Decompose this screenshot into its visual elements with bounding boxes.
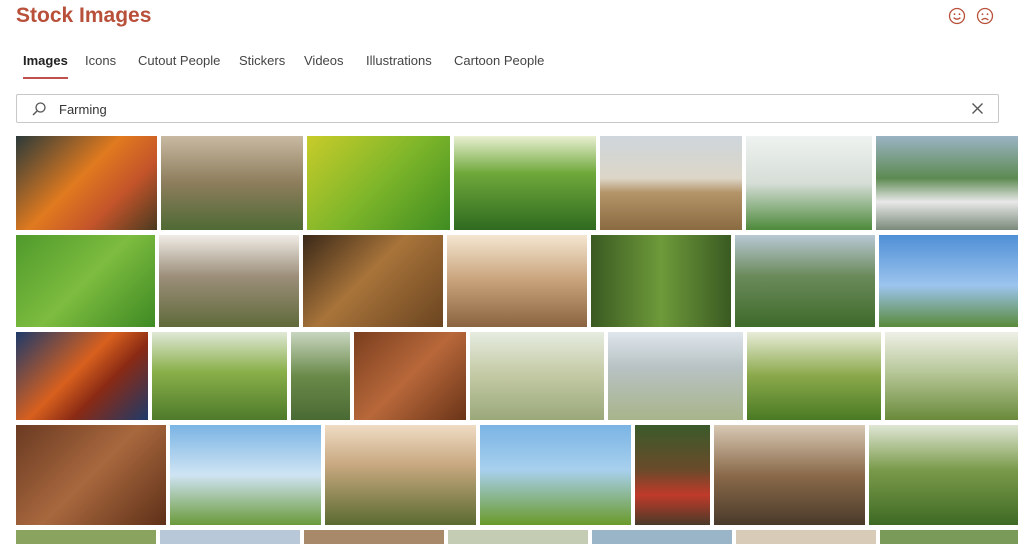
search-box [16, 94, 999, 123]
tab-illustrations[interactable]: Illustrations [366, 53, 432, 79]
tab-stickers[interactable]: Stickers [239, 53, 285, 79]
image-thumbnail[interactable] [303, 235, 443, 327]
search-icon [31, 101, 47, 122]
image-thumbnail[interactable] [325, 425, 476, 525]
image-thumbnail[interactable] [592, 530, 732, 544]
tab-videos[interactable]: Videos [304, 53, 344, 79]
image-thumbnail[interactable] [170, 425, 321, 525]
image-thumbnail[interactable] [746, 136, 872, 230]
image-thumbnail[interactable] [16, 136, 157, 230]
image-thumbnail[interactable] [876, 136, 1018, 230]
image-thumbnail[interactable] [735, 235, 875, 327]
image-thumbnail[interactable] [291, 332, 350, 420]
image-thumbnail[interactable] [747, 332, 881, 420]
tab-cartoon-people[interactable]: Cartoon People [454, 53, 544, 79]
image-thumbnail[interactable] [880, 530, 1018, 544]
image-thumbnail[interactable] [16, 332, 148, 420]
image-thumbnail[interactable] [307, 136, 450, 230]
image-thumbnail[interactable] [304, 530, 444, 544]
image-thumbnail[interactable] [470, 332, 604, 420]
image-thumbnail[interactable] [591, 235, 731, 327]
image-thumbnail[interactable] [714, 425, 865, 525]
image-thumbnail[interactable] [152, 332, 287, 420]
clear-icon[interactable] [971, 102, 984, 120]
image-thumbnail[interactable] [600, 136, 742, 230]
image-thumbnail[interactable] [635, 425, 710, 525]
image-thumbnail[interactable] [16, 235, 155, 327]
page-title: Stock Images [16, 4, 152, 27]
image-thumbnail[interactable] [448, 530, 588, 544]
image-thumbnail[interactable] [869, 425, 1018, 525]
image-thumbnail[interactable] [159, 235, 299, 327]
image-thumbnail[interactable] [885, 332, 1018, 420]
image-thumbnail[interactable] [16, 530, 156, 544]
sad-face-icon[interactable] [976, 7, 994, 30]
search-input[interactable] [59, 99, 959, 119]
tab-icons[interactable]: Icons [85, 53, 116, 79]
image-thumbnail[interactable] [608, 332, 743, 420]
tab-cutout-people[interactable]: Cutout People [138, 53, 220, 79]
image-thumbnail[interactable] [879, 235, 1018, 327]
image-thumbnail[interactable] [447, 235, 587, 327]
happy-face-icon[interactable] [948, 7, 966, 30]
image-thumbnail[interactable] [354, 332, 466, 420]
image-thumbnail[interactable] [16, 425, 166, 525]
image-thumbnail[interactable] [161, 136, 303, 230]
tab-images[interactable]: Images [23, 53, 68, 79]
image-thumbnail[interactable] [454, 136, 596, 230]
image-thumbnail[interactable] [480, 425, 631, 525]
image-thumbnail[interactable] [160, 530, 300, 544]
image-thumbnail[interactable] [736, 530, 876, 544]
